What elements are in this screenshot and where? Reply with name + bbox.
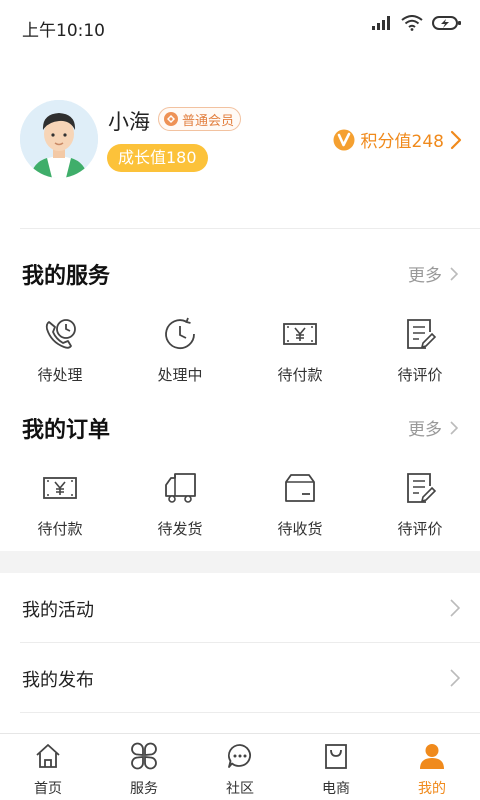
yen-bill-icon	[43, 477, 77, 499]
list-divider	[20, 712, 480, 713]
order-unpaid[interactable]: 待付款	[0, 470, 120, 560]
orders-grid: 待付款 待发货 待收货 待评价	[0, 470, 480, 560]
service-review[interactable]: 待评价	[360, 316, 480, 406]
service-review-label: 待评价	[397, 366, 443, 384]
list-item-my-posts[interactable]: 我的发布	[0, 643, 480, 713]
list-item-label: 我的发布	[22, 670, 94, 691]
yen-bill-icon	[283, 323, 317, 345]
service-processing[interactable]: 处理中	[120, 316, 240, 406]
list-item-my-activities[interactable]: 我的活动	[0, 573, 480, 643]
service-pending[interactable]: 待处理	[0, 316, 120, 406]
wifi-icon	[401, 15, 423, 31]
edit-note-icon	[407, 473, 437, 503]
truck-icon	[165, 473, 196, 503]
tab-mine[interactable]: 我的	[384, 734, 480, 800]
member-level-badge: 普通会员	[158, 107, 242, 131]
order-to-ship[interactable]: 待发货	[120, 470, 240, 560]
tab-community-label: 社区	[226, 781, 254, 797]
avatar[interactable]	[20, 100, 98, 178]
tab-community[interactable]: 社区	[192, 734, 288, 800]
chat-icon	[228, 744, 251, 768]
status-time: 上午10:10	[22, 21, 105, 41]
status-icons	[372, 15, 462, 31]
phone-clock-icon	[45, 319, 76, 349]
order-to-receive[interactable]: 待收货	[240, 470, 360, 560]
order-review-label: 待评价	[397, 520, 443, 538]
section-separator	[0, 551, 480, 573]
orders-more-label: 更多	[408, 420, 442, 440]
services-grid: 待处理 处理中 待付款 待评价	[0, 316, 480, 406]
chevron-right-icon	[450, 599, 460, 617]
services-more-label: 更多	[408, 266, 442, 286]
clock-icon	[165, 317, 195, 350]
box-icon	[285, 474, 315, 502]
service-unpaid[interactable]: 待付款	[240, 316, 360, 406]
member-level-label: 普通会员	[182, 113, 235, 129]
services-more-link[interactable]: 更多	[408, 261, 458, 286]
tab-shop[interactable]: 电商	[288, 734, 384, 800]
person-icon	[420, 744, 444, 769]
battery-charging-icon	[432, 16, 461, 30]
orders-title: 我的订单	[22, 418, 111, 443]
points-label: 积分值248	[360, 132, 444, 152]
points-v-icon	[333, 129, 355, 150]
service-processing-label: 处理中	[157, 366, 203, 384]
service-pending-label: 待处理	[37, 366, 83, 384]
status-bar: 上午10:10	[0, 0, 480, 52]
order-to-ship-label: 待发货	[157, 520, 203, 538]
tab-shop-label: 电商	[322, 781, 350, 797]
edit-note-icon	[407, 319, 437, 349]
service-unpaid-label: 待付款	[277, 366, 323, 384]
chevron-right-icon	[450, 420, 458, 435]
order-review[interactable]: 待评价	[360, 470, 480, 560]
chevron-right-icon	[450, 669, 460, 687]
chevron-right-icon	[450, 130, 462, 149]
tab-services-label: 服务	[130, 781, 158, 797]
tab-home-label: 首页	[34, 781, 62, 797]
orders-more-link[interactable]: 更多	[408, 415, 458, 440]
profile-divider	[20, 228, 480, 229]
grid-petal-icon	[131, 742, 157, 770]
list-item-label: 我的活动	[22, 600, 94, 621]
home-icon	[36, 744, 60, 768]
tab-services[interactable]: 服务	[96, 734, 192, 800]
username: 小海	[108, 110, 150, 134]
order-unpaid-label: 待付款	[37, 520, 83, 538]
services-title: 我的服务	[22, 264, 111, 289]
tab-home[interactable]: 首页	[0, 734, 96, 800]
bag-icon	[325, 744, 347, 769]
points-link[interactable]: 积分值248	[333, 127, 462, 152]
profile-header: 小海 普通会员 成长值180 积分值248	[0, 96, 480, 228]
growth-value-badge[interactable]: 成长值180	[107, 144, 208, 172]
avatar-illustration-icon	[20, 100, 98, 178]
member-medal-icon	[164, 112, 178, 126]
tab-mine-label: 我的	[418, 781, 446, 797]
chevron-right-icon	[450, 266, 458, 281]
order-to-receive-label: 待收货	[277, 520, 323, 538]
bottom-tab-bar: 首页 服务 社区 电商 我的	[0, 733, 480, 800]
signal-icon	[372, 16, 390, 30]
